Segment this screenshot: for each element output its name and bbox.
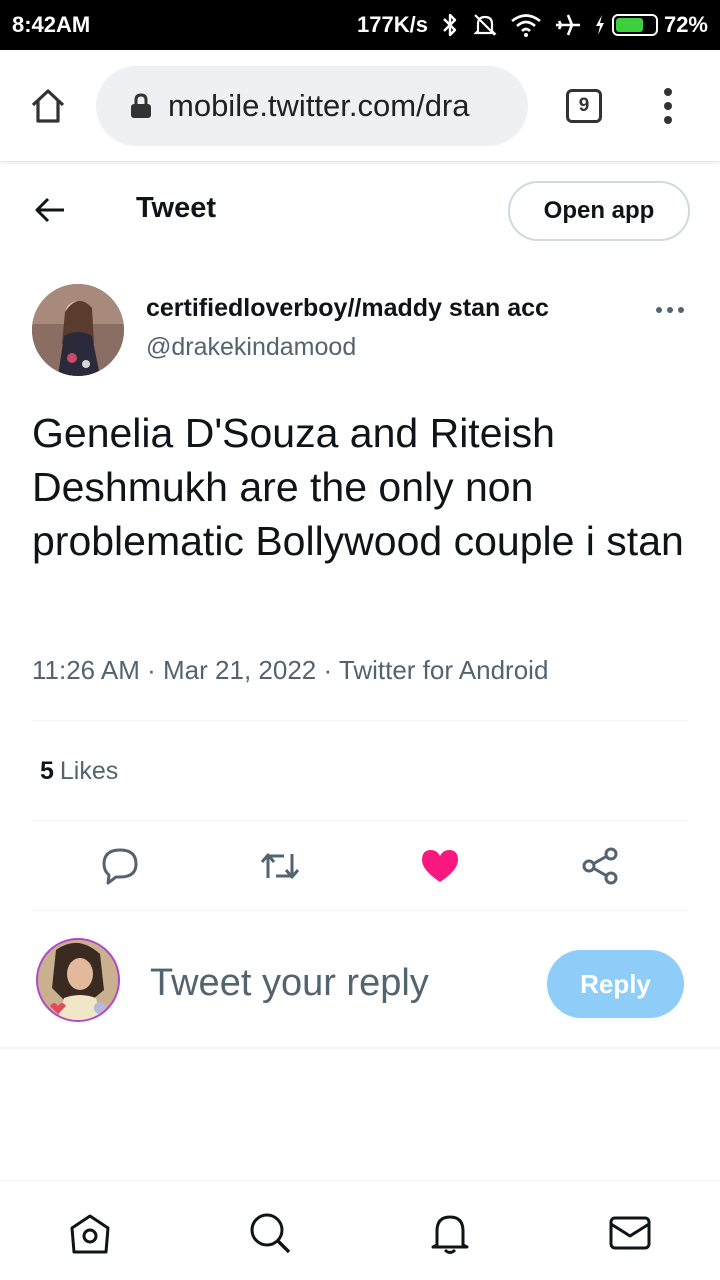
messages-icon xyxy=(609,1216,651,1250)
back-arrow-icon xyxy=(35,197,64,223)
browser-home-button[interactable] xyxy=(0,50,96,162)
url-text: mobile.twitter.com/dra xyxy=(168,87,470,123)
divider xyxy=(32,910,688,911)
status-icons: 177K/s 72% xyxy=(357,12,708,38)
tweet-timestamp[interactable]: 11:26 AM · Mar 21, 2022 · Twitter for An… xyxy=(32,655,548,686)
lock-icon xyxy=(131,92,151,118)
tabs-button[interactable]: 9 xyxy=(528,50,640,162)
network-speed: 177K/s xyxy=(357,12,428,37)
status-bar: 8:42AM 177K/s 72% xyxy=(0,0,720,50)
likes-label: Likes xyxy=(59,757,119,785)
reply-button[interactable] xyxy=(98,844,142,888)
open-app-button[interactable]: Open app xyxy=(508,181,690,241)
divider xyxy=(32,820,688,821)
nav-messages[interactable] xyxy=(606,1209,654,1257)
wifi-icon xyxy=(510,12,542,38)
page-title: Tweet xyxy=(136,192,217,224)
tweet-more-button[interactable] xyxy=(652,296,688,324)
likes-count: 5 xyxy=(40,757,54,785)
author-avatar[interactable] xyxy=(32,284,124,376)
nav-search[interactable] xyxy=(246,1209,294,1257)
share-icon xyxy=(582,847,618,885)
browser-toolbar: mobile.twitter.com/dra 9 xyxy=(0,50,720,162)
author-handle[interactable]: @drakekindamood xyxy=(146,333,356,362)
browser-menu-button[interactable] xyxy=(640,50,696,162)
notifications-icon xyxy=(431,1215,469,1254)
search-icon xyxy=(250,1213,291,1254)
bluetooth-icon xyxy=(440,12,460,38)
user-photo xyxy=(38,940,118,1020)
divider xyxy=(32,720,688,721)
author-name[interactable]: certifiedloverboy//maddy stan acc xyxy=(146,294,549,323)
tabs-icon: 9 xyxy=(566,88,602,123)
share-button[interactable] xyxy=(578,844,622,888)
retweet-button[interactable] xyxy=(258,844,302,888)
likes-stat[interactable]: 5 Likes xyxy=(40,757,118,786)
like-button[interactable] xyxy=(418,844,462,888)
status-time: 8:42AM xyxy=(12,12,91,37)
mute-bell-icon xyxy=(472,12,498,38)
divider xyxy=(0,1047,720,1049)
retweet-icon xyxy=(260,853,300,879)
overflow-menu-icon xyxy=(664,87,672,124)
reply-input[interactable]: Tweet your reply xyxy=(150,962,429,1005)
reply-icon xyxy=(102,848,138,885)
user-avatar[interactable] xyxy=(36,938,120,1022)
airplane-icon xyxy=(554,12,582,38)
charging-bolt-icon xyxy=(595,15,604,35)
home-icon xyxy=(31,88,65,123)
reply-submit-button[interactable]: Reply xyxy=(547,950,684,1018)
battery-icon: 72% xyxy=(594,12,708,38)
nav-home[interactable] xyxy=(66,1209,114,1257)
address-bar[interactable]: mobile.twitter.com/dra xyxy=(96,65,528,146)
like-icon xyxy=(422,850,458,882)
more-dots-icon xyxy=(656,307,684,313)
tweet-text: Genelia D'Souza and Riteish Deshmukh are… xyxy=(32,410,684,564)
tweet-actions xyxy=(0,822,720,910)
bottom-nav xyxy=(0,1180,720,1280)
battery-percent: 72% xyxy=(663,12,708,37)
home-icon xyxy=(70,1214,110,1254)
author-photo xyxy=(32,284,124,376)
tweet-header: Tweet Open app xyxy=(0,172,720,250)
nav-notifications[interactable] xyxy=(426,1209,474,1257)
back-button[interactable] xyxy=(30,190,70,230)
